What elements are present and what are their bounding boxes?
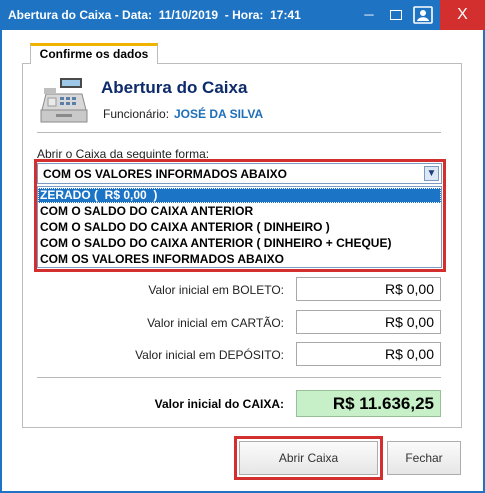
divider [37, 132, 441, 133]
user-card-icon [413, 6, 433, 24]
deposito-input[interactable]: R$ 0,00 [296, 342, 441, 366]
window-title: Abertura do Caixa - Data: 11/10/2019 - H… [8, 8, 301, 22]
deposito-label: Valor inicial em DEPÓSITO: [135, 348, 284, 362]
close-button[interactable]: X [440, 0, 485, 30]
tab-confirm-data[interactable]: Confirme os dados [30, 43, 158, 64]
cash-register-icon [40, 78, 88, 123]
open-cash-button[interactable]: Abrir Caixa [239, 441, 378, 475]
user-card-button[interactable] [410, 4, 436, 26]
total-label: Valor inicial do CAIXA: [154, 397, 284, 411]
opening-mode-dropdown-list: ZERADO ( R$ 0,00 ) COM O SALDO DO CAIXA … [37, 186, 442, 268]
maximize-icon [390, 10, 402, 20]
tab-label: Confirme os dados [39, 47, 149, 61]
dropdown-option-saldo-dinheiro-cheque[interactable]: COM O SALDO DO CAIXA ANTERIOR ( DINHEIRO… [38, 236, 441, 251]
boleto-label: Valor inicial em BOLETO: [148, 283, 284, 297]
dropdown-option-valores-informados[interactable]: COM OS VALORES INFORMADOS ABAIXO [38, 252, 441, 267]
minimize-button[interactable]: ─ [356, 4, 382, 26]
minimize-icon: ─ [364, 7, 374, 22]
dropdown-option-saldo-dinheiro[interactable]: COM O SALDO DO CAIXA ANTERIOR ( DINHEIRO… [38, 220, 441, 235]
cartao-label: Valor inicial em CARTÃO: [147, 316, 284, 330]
total-value: R$ 11.636,25 [296, 390, 441, 417]
dropdown-option-saldo-anterior[interactable]: COM O SALDO DO CAIXA ANTERIOR [38, 204, 441, 219]
divider [37, 377, 441, 378]
window-border-left [0, 30, 2, 493]
boleto-input[interactable]: R$ 0,00 [296, 277, 441, 301]
employee-name: JOSÉ DA SILVA [174, 107, 264, 121]
dropdown-option-zerado[interactable]: ZERADO ( R$ 0,00 ) [38, 188, 441, 203]
cartao-input[interactable]: R$ 0,00 [296, 310, 441, 334]
title-bar: Abertura do Caixa - Data: 11/10/2019 - H… [0, 0, 485, 30]
close-icon: X [457, 6, 468, 23]
chevron-down-icon[interactable]: ▼ [424, 166, 439, 181]
opening-mode-selected-value: COM OS VALORES INFORMADOS ABAIXO [43, 167, 288, 181]
opening-mode-select[interactable]: COM OS VALORES INFORMADOS ABAIXO ▼ [37, 163, 442, 184]
employee-label: Funcionário: [103, 107, 170, 121]
close-form-button[interactable]: Fechar [387, 441, 461, 475]
page-title: Abertura do Caixa [101, 78, 248, 97]
maximize-button[interactable] [383, 4, 409, 26]
